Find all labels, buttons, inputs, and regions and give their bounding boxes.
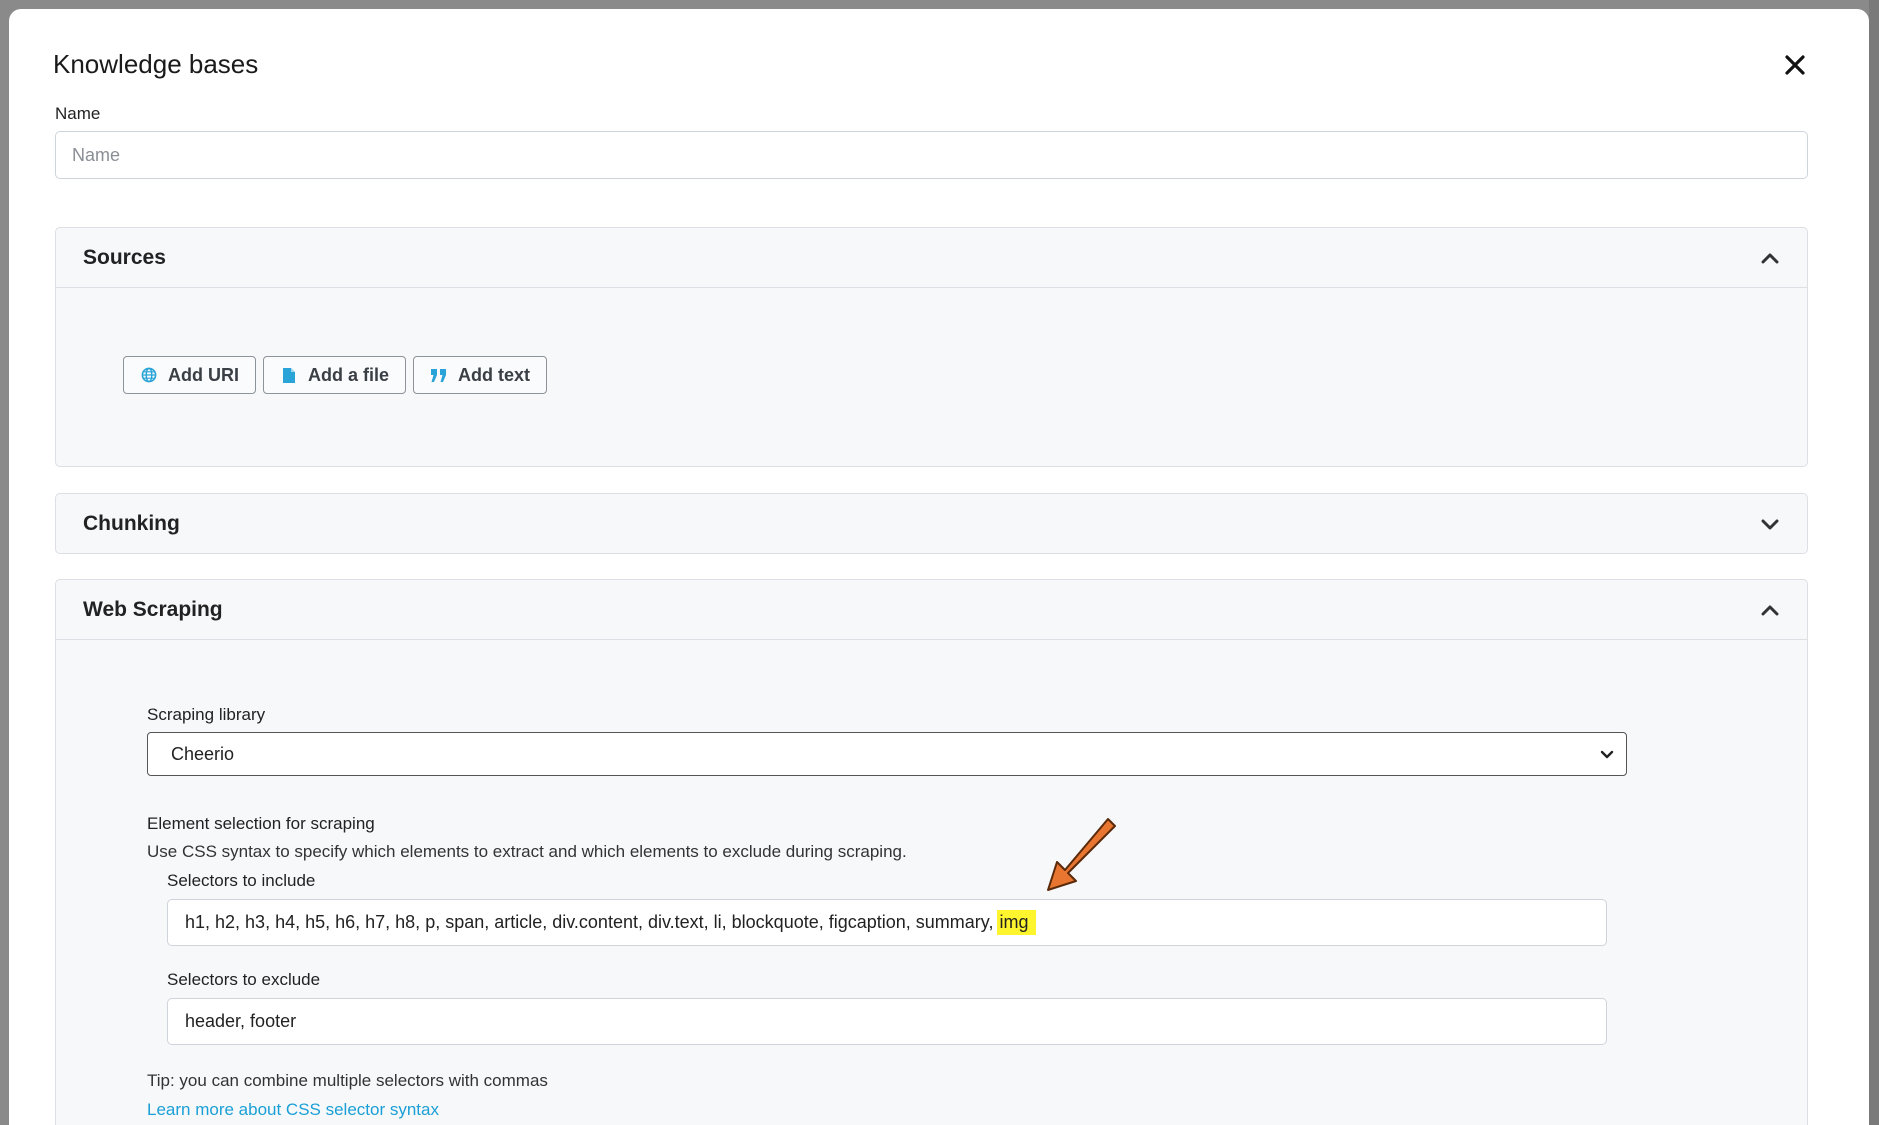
source-buttons: Add URI Add a file Add text xyxy=(123,356,548,394)
web-scraping-panel-header[interactable]: Web Scraping xyxy=(56,580,1807,640)
quote-icon xyxy=(430,366,448,384)
scraping-library-value: Cheerio xyxy=(171,743,235,764)
scraping-library-label: Scraping library xyxy=(147,705,266,724)
globe-icon xyxy=(140,366,158,384)
element-selection-description: Use CSS syntax to specify which elements… xyxy=(147,842,907,861)
add-text-button[interactable]: Add text xyxy=(413,356,548,394)
close-icon xyxy=(1785,55,1805,75)
modal-title: Knowledge bases xyxy=(53,49,259,79)
annotation-arrow-icon xyxy=(1047,818,1116,891)
chevron-up-icon[interactable] xyxy=(1760,248,1780,268)
chevron-down-icon xyxy=(1600,744,1614,765)
web-scraping-title: Web Scraping xyxy=(83,597,223,621)
add-file-label: Add a file xyxy=(308,364,390,385)
selectors-exclude-label: Selectors to exclude xyxy=(167,970,321,989)
chunking-panel-header[interactable]: Chunking xyxy=(56,494,1807,553)
selectors-include-input[interactable]: h1, h2, h3, h4, h5, h6, h7, h8, p, span,… xyxy=(167,899,1607,946)
selectors-exclude-input[interactable]: header, footer xyxy=(167,998,1607,1045)
close-button[interactable] xyxy=(1779,49,1811,81)
selectors-include-value: h1, h2, h3, h4, h5, h6, h7, h8, p, span,… xyxy=(185,912,994,932)
sources-title: Sources xyxy=(83,245,166,269)
sources-panel-header[interactable]: Sources xyxy=(56,228,1807,288)
chunking-title: Chunking xyxy=(83,511,180,535)
chevron-up-icon[interactable] xyxy=(1760,600,1780,620)
add-text-label: Add text xyxy=(458,364,531,385)
chunking-panel: Chunking xyxy=(55,493,1808,554)
learn-more-link[interactable]: Learn more about CSS selector syntax xyxy=(147,1100,439,1120)
add-uri-button[interactable]: Add URI xyxy=(123,356,256,394)
name-input[interactable] xyxy=(55,131,1808,179)
file-icon xyxy=(280,366,298,384)
selectors-exclude-value: header, footer xyxy=(185,1011,297,1031)
chevron-down-icon[interactable] xyxy=(1760,514,1780,534)
scraping-library-select[interactable]: Cheerio xyxy=(147,732,1627,776)
selectors-tip: Tip: you can combine multiple selectors … xyxy=(147,1071,548,1090)
element-selection-label: Element selection for scraping xyxy=(147,814,375,833)
modal-backdrop xyxy=(1869,0,1879,1125)
web-scraping-panel: Web Scraping Scraping library Cheerio El… xyxy=(55,579,1808,1125)
selectors-include-label: Selectors to include xyxy=(167,871,316,890)
highlighted-selector: img xyxy=(997,910,1037,935)
knowledge-bases-modal: Knowledge bases Name Sources xyxy=(9,9,1869,1125)
sources-panel: Sources Add URI Add a file Add text xyxy=(55,227,1808,467)
add-file-button[interactable]: Add a file xyxy=(263,356,407,394)
name-label: Name xyxy=(55,104,101,123)
add-uri-label: Add URI xyxy=(168,364,239,385)
